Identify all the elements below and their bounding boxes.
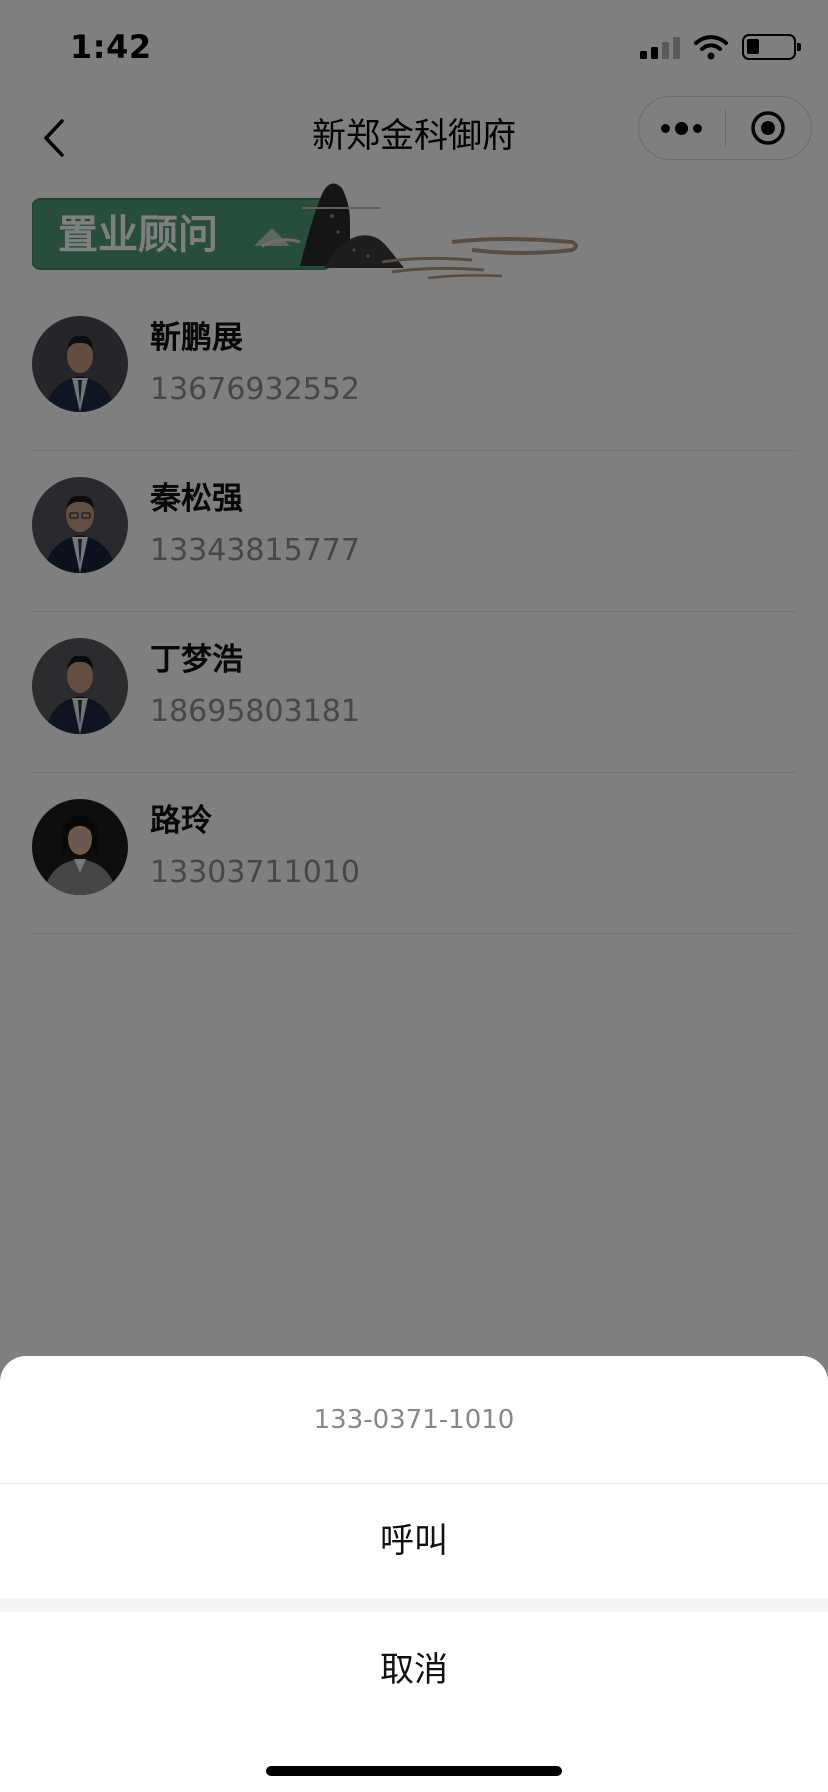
- app-screen: 1:42 新郑金科御府: [0, 0, 828, 1792]
- call-button[interactable]: 呼叫: [0, 1484, 828, 1598]
- call-action-sheet: 133-0371-1010 呼叫 取消: [0, 1356, 828, 1792]
- action-sheet-divider: [0, 1598, 828, 1612]
- cancel-button[interactable]: 取消: [0, 1612, 828, 1728]
- action-sheet-title: 133-0371-1010: [0, 1356, 828, 1484]
- home-indicator: [266, 1766, 562, 1776]
